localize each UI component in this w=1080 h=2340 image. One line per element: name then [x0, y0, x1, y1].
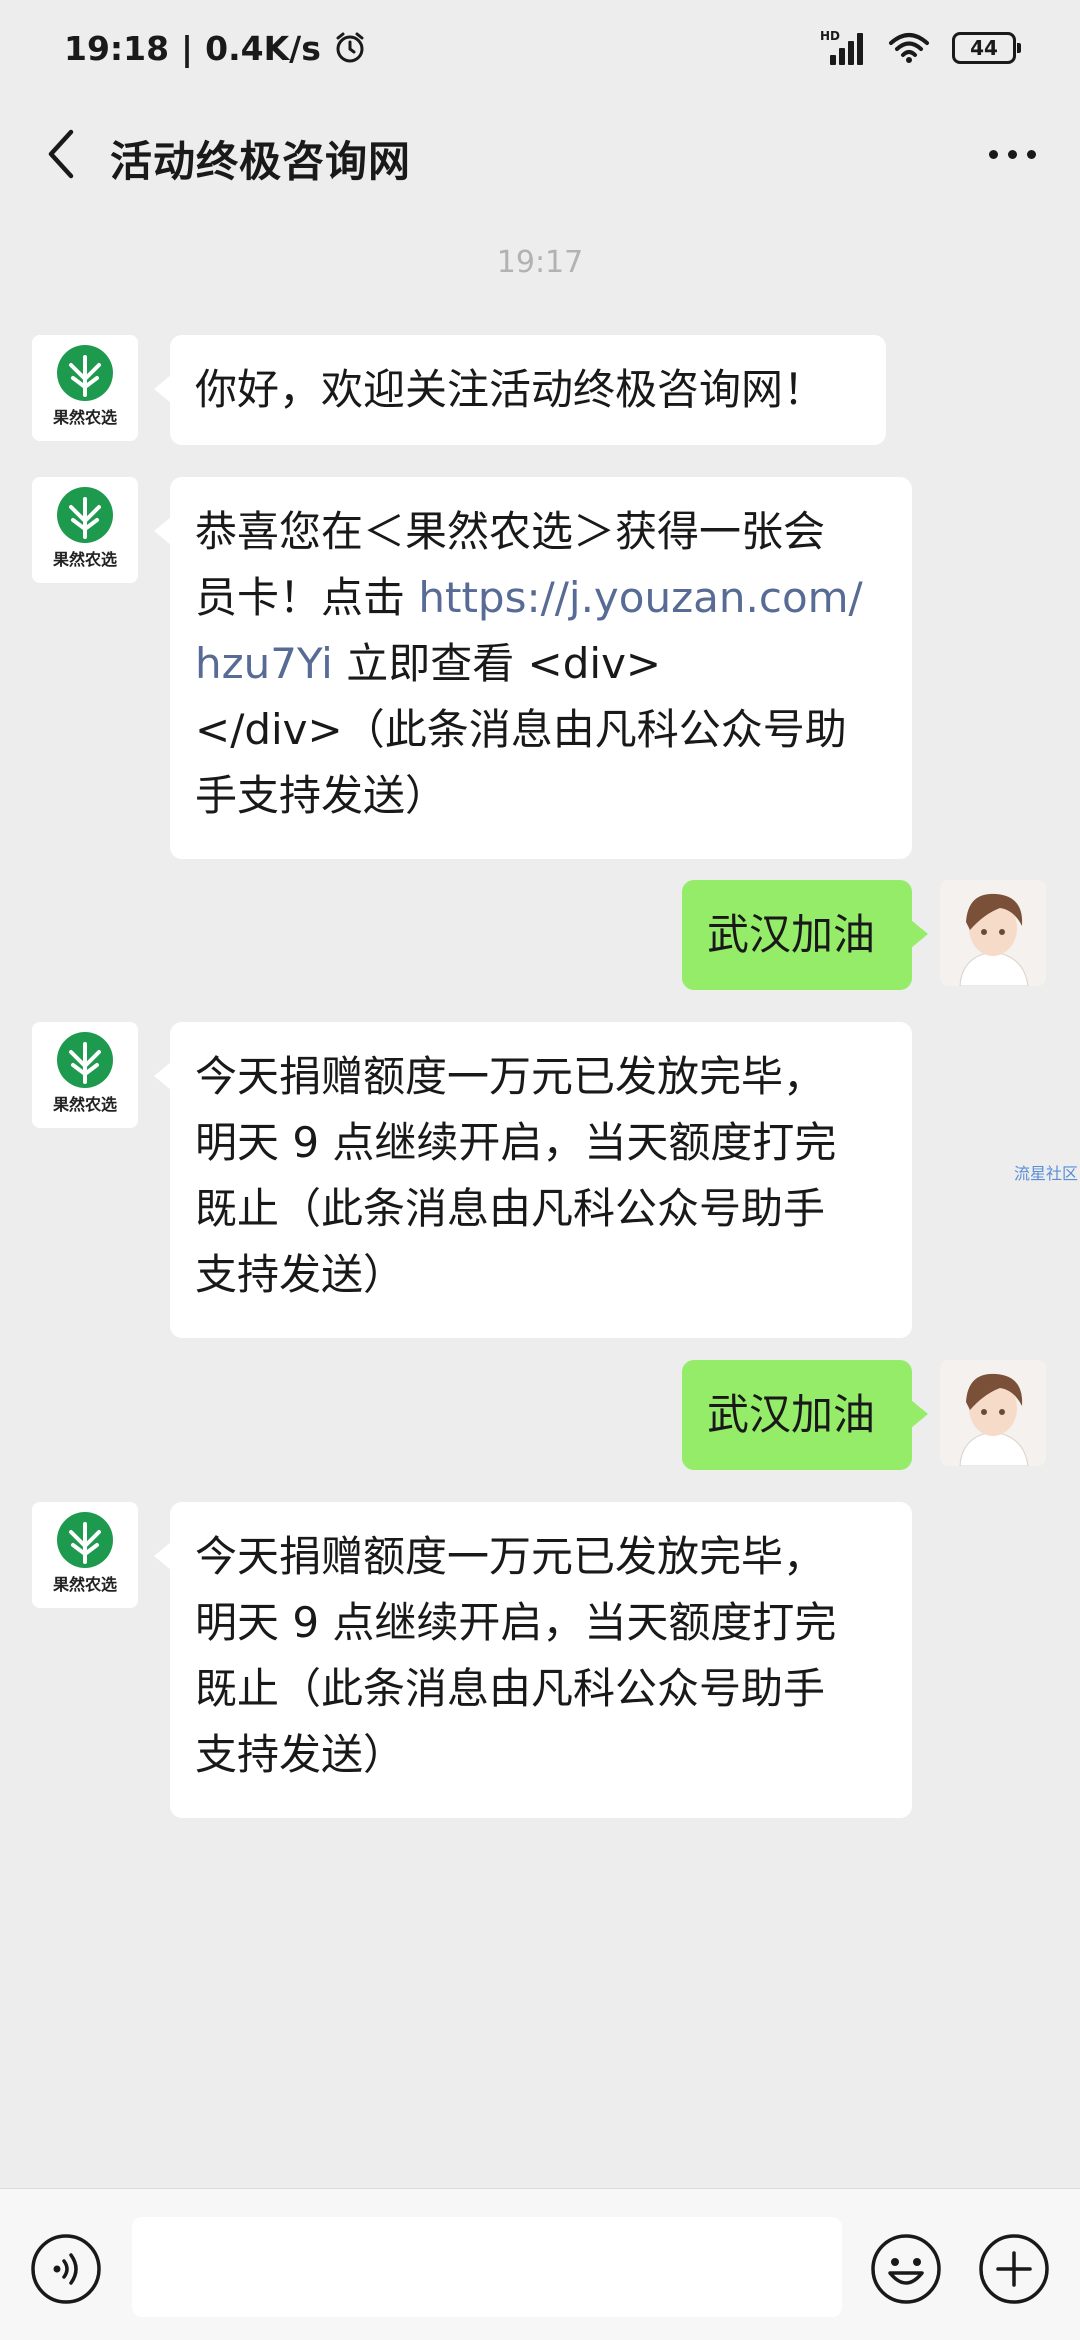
status-divider: | [181, 28, 194, 68]
chat-header: 活动终极咨询网 [0, 96, 1080, 212]
input-bar [0, 2188, 1080, 2340]
guoran-logo-icon: 果然农选 [32, 477, 138, 583]
more-button[interactable] [972, 124, 1052, 184]
back-arrow-icon [48, 129, 74, 179]
message-input[interactable] [132, 2217, 842, 2317]
message-text: 武汉加油 [707, 910, 876, 959]
user-avatar[interactable] [940, 1360, 1046, 1466]
svg-text:果然农选: 果然农选 [52, 1095, 117, 1114]
message-line: 今天捐赠额度一万元已发放完毕， [195, 1052, 826, 1101]
message-bubble[interactable]: 你好，欢迎关注活动终极咨询网！ [154, 335, 886, 445]
status-time: 19:18 [64, 28, 170, 68]
official-account-avatar[interactable]: 果然农选 [32, 335, 138, 441]
official-account-avatar[interactable]: 果然农选 [32, 477, 138, 583]
emoji-button[interactable] [870, 2233, 942, 2305]
guoran-logo-icon: 果然农选 [32, 1022, 138, 1128]
wifi-icon [889, 33, 929, 63]
network-label: HD [820, 29, 841, 43]
user-avatar[interactable] [940, 880, 1046, 986]
message-line: 既止（此条消息由凡科公众号助手 [195, 1184, 826, 1233]
anime-avatar-icon [940, 1360, 1046, 1466]
more-dots-icon [988, 149, 998, 159]
voice-icon [31, 2234, 101, 2304]
plus-icon [979, 2234, 1049, 2304]
svg-text:果然农选: 果然农选 [52, 550, 117, 569]
alarm-icon [336, 32, 364, 63]
back-button[interactable] [30, 122, 90, 186]
guoran-logo-icon: 果然农选 [32, 1502, 138, 1608]
message-line: 恭喜您在＜果然农选＞获得一张会 [195, 507, 826, 556]
message-timestamp: 19:17 [496, 245, 584, 280]
message-link[interactable]: https://j.youzan.com/ [418, 573, 862, 622]
chat-title: 活动终极咨询网 [110, 137, 412, 186]
message-line: 支持发送） [195, 1250, 406, 1299]
battery-icon: 44 [952, 32, 1021, 64]
message-bubble[interactable]: 今天捐赠额度一万元已发放完毕， 明天 9 点继续开启，当天额度打完 既止（此条消… [154, 1022, 912, 1338]
message-bubble[interactable]: 恭喜您在＜果然农选＞获得一张会 员卡！点击 https://j.youzan.c… [154, 477, 912, 859]
signal-icon: HD [820, 29, 866, 65]
message-text: 你好，欢迎关注活动终极咨询网！ [195, 365, 826, 414]
message-line: 手支持发送） [195, 771, 448, 820]
more-functions-button[interactable] [978, 2233, 1050, 2305]
chat-area[interactable]: 19:17 果然农选 你好，欢迎关注活动终极咨询网！ 果然农选 恭喜您在＜果然农… [0, 212, 1080, 2188]
message-bubble-self[interactable]: 武汉加油 [682, 880, 928, 990]
message-line: </div>（此条消息由凡科公众号助 [195, 705, 847, 754]
status-right: HD 44 [820, 29, 1021, 65]
watermark-text: 流星社区 [1014, 1164, 1079, 1183]
message-line: 今天捐赠额度一万元已发放完毕， [195, 1532, 826, 1581]
voice-button[interactable] [30, 2233, 102, 2305]
message-line: 既止（此条消息由凡科公众号助手 [195, 1664, 826, 1713]
official-account-avatar[interactable]: 果然农选 [32, 1022, 138, 1128]
message-link[interactable]: hzu7Yi [195, 639, 333, 688]
message-line: 明天 9 点继续开启，当天额度打完 [195, 1118, 837, 1167]
message-bubble[interactable]: 今天捐赠额度一万元已发放完毕， 明天 9 点继续开启，当天额度打完 既止（此条消… [154, 1502, 912, 1818]
svg-text:果然农选: 果然农选 [52, 1575, 117, 1594]
guoran-logo-icon: 果然农选 [32, 335, 138, 441]
battery-level: 44 [970, 36, 998, 60]
message-line: 员卡！点击 https://j.youzan.com/ [195, 573, 863, 622]
message-line: hzu7Yi 立即查看 <div> [195, 639, 662, 688]
svg-text:果然农选: 果然农选 [52, 408, 117, 427]
status-bar: 19:18 | 0.4K/s HD 44 [0, 0, 1080, 96]
message-line: 明天 9 点继续开启，当天额度打完 [195, 1598, 837, 1647]
message-text: 武汉加油 [707, 1390, 876, 1439]
official-account-avatar[interactable]: 果然农选 [32, 1502, 138, 1608]
emoji-icon [871, 2234, 941, 2304]
message-line: 支持发送） [195, 1730, 406, 1779]
message-bubble-self[interactable]: 武汉加油 [682, 1360, 928, 1470]
status-left: 19:18 | 0.4K/s [64, 29, 367, 68]
network-speed: 0.4K/s [205, 28, 321, 68]
anime-avatar-icon [940, 880, 1046, 986]
